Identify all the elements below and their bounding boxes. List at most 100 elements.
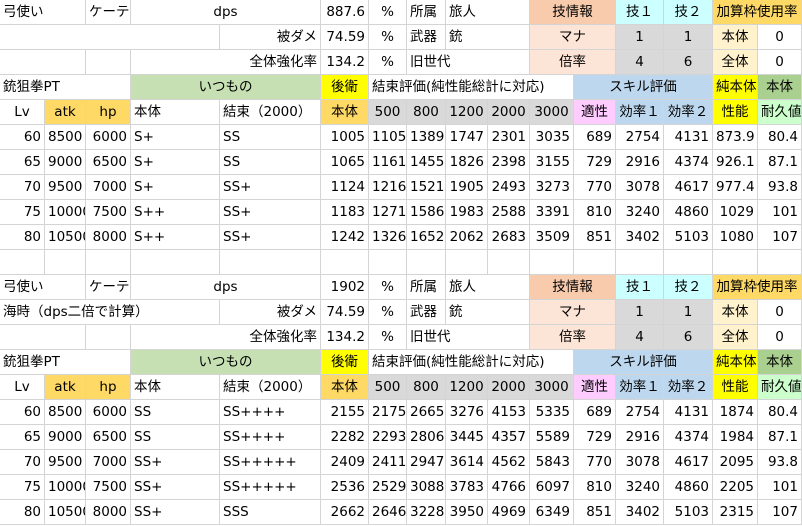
data-cell-bond-2000[interactable]: 2588 — [488, 200, 530, 225]
data-cell-rear-body[interactable]: 1065 — [321, 150, 369, 175]
data-cell-atk[interactable]: 9500 — [45, 450, 86, 475]
data-cell-eff1[interactable]: 2916 — [616, 150, 664, 175]
class-label[interactable]: 弓使い — [0, 0, 86, 25]
data-cell-bond-2000[interactable]: 2301 — [488, 125, 530, 150]
data-cell-rear-body[interactable]: 1242 — [321, 225, 369, 250]
col-header-body[interactable]: 本体 — [131, 100, 220, 125]
data-cell-body[interactable]: SS+ — [131, 500, 220, 525]
empty-cell[interactable] — [86, 50, 131, 75]
data-cell-performance[interactable]: 2095 — [713, 450, 758, 475]
data-cell-bond-3000[interactable]: 6349 — [530, 500, 574, 525]
data-cell-bond-3000[interactable]: 3273 — [530, 175, 574, 200]
skill-eval-header[interactable]: スキル評価 — [574, 350, 713, 375]
data-cell-durability[interactable]: 80.4 — [758, 125, 802, 150]
data-cell-lv[interactable]: 75 — [0, 475, 45, 500]
data-cell-aptitude[interactable]: 729 — [574, 425, 616, 450]
data-cell-eff2[interactable]: 4131 — [664, 125, 713, 150]
data-cell-bond-2000[interactable]: 4562 — [488, 450, 530, 475]
data-cell-bond-500[interactable]: 2646 — [369, 500, 407, 525]
data-cell-durability[interactable]: 101 — [758, 200, 802, 225]
data-cell-durability[interactable]: 80.4 — [758, 400, 802, 425]
empty-cell[interactable] — [446, 250, 488, 275]
data-cell-rear-body[interactable]: 1124 — [321, 175, 369, 200]
empty-cell[interactable] — [321, 250, 369, 275]
data-cell-bond-800[interactable]: 3228 — [407, 500, 446, 525]
data-cell-bond-3000[interactable]: 5335 — [530, 400, 574, 425]
data-cell-aptitude[interactable]: 729 — [574, 150, 616, 175]
affiliation-label[interactable]: 所属 — [407, 275, 446, 300]
data-cell-bond-1200[interactable]: 2062 — [446, 225, 488, 250]
data-cell-hp[interactable]: 7000 — [86, 450, 131, 475]
empty-cell[interactable] — [369, 250, 407, 275]
col-header-bond-2000[interactable]: 2000 — [488, 100, 530, 125]
data-cell-bond-2000[interactable]: SS+ — [220, 200, 321, 225]
data-cell-eff2[interactable]: 4860 — [664, 200, 713, 225]
col-header-aptitude[interactable]: 適性 — [574, 375, 616, 400]
character-name[interactable]: ケーテ — [86, 275, 131, 300]
data-cell-bond-3000[interactable]: 3035 — [530, 125, 574, 150]
skill2-header[interactable]: 技２ — [664, 275, 713, 300]
col-header-bond-1200[interactable]: 1200 — [446, 375, 488, 400]
data-cell-body[interactable]: S+ — [131, 175, 220, 200]
data-cell-performance[interactable]: 2315 — [713, 500, 758, 525]
data-cell-bond-3000[interactable]: 3155 — [530, 150, 574, 175]
data-cell-durability[interactable]: 107 — [758, 500, 802, 525]
pure-body-header[interactable]: 純本体 — [713, 75, 758, 100]
data-cell-atk[interactable]: 9000 — [45, 425, 86, 450]
col-header-lv[interactable]: Lv — [0, 100, 45, 125]
weapon-label[interactable]: 武器 — [407, 25, 446, 50]
empty-cell[interactable] — [713, 250, 758, 275]
multiplier-label[interactable]: 倍率 — [530, 325, 616, 350]
data-cell-bond-1200[interactable]: 1983 — [446, 200, 488, 225]
data-cell-bond-2000[interactable]: 2683 — [488, 225, 530, 250]
weapon-value[interactable]: 銃 — [446, 300, 530, 325]
col-header-eff1[interactable]: 効率１ — [616, 375, 664, 400]
data-cell-lv[interactable]: 70 — [0, 450, 45, 475]
data-cell-hp[interactable]: 6000 — [86, 400, 131, 425]
data-cell-rear-body[interactable]: 2409 — [321, 450, 369, 475]
body-usage-value[interactable]: 0 — [758, 25, 802, 50]
col-header-bond-3000[interactable]: 3000 — [530, 100, 574, 125]
data-cell-lv[interactable]: 80 — [0, 500, 45, 525]
party-label[interactable]: 銃狙拳PT — [0, 350, 131, 375]
data-cell-aptitude[interactable]: 770 — [574, 175, 616, 200]
data-cell-bond-2000[interactable]: SS++++ — [220, 425, 321, 450]
col-header-lv[interactable]: Lv — [0, 375, 45, 400]
dps-value[interactable]: 1902 — [321, 275, 369, 300]
data-cell-lv[interactable]: 60 — [0, 125, 45, 150]
skill-info-header[interactable]: 技情報 — [530, 275, 616, 300]
col-header-durability[interactable]: 耐久値 — [758, 375, 802, 400]
data-cell-rear-body[interactable]: 2536 — [321, 475, 369, 500]
data-cell-bond-2000[interactable]: 2493 — [488, 175, 530, 200]
mana-label[interactable]: マナ — [530, 300, 616, 325]
data-cell-bond-2000[interactable]: SS+++++ — [220, 475, 321, 500]
skill1-header[interactable]: 技１ — [616, 0, 664, 25]
empty-cell[interactable] — [574, 250, 616, 275]
data-cell-body[interactable]: SS — [131, 400, 220, 425]
data-cell-durability[interactable]: 101 — [758, 475, 802, 500]
col-header-performance[interactable]: 性能 — [713, 375, 758, 400]
data-cell-lv[interactable]: 65 — [0, 425, 45, 450]
data-cell-atk[interactable]: 9500 — [45, 175, 86, 200]
data-cell-hp[interactable]: 7500 — [86, 475, 131, 500]
data-cell-bond-3000[interactable]: 6097 — [530, 475, 574, 500]
skill1-mana[interactable]: 1 — [616, 25, 664, 50]
data-cell-bond-2000[interactable]: 2398 — [488, 150, 530, 175]
col-header-bond-500[interactable]: 500 — [369, 375, 407, 400]
empty-cell[interactable] — [220, 250, 321, 275]
overall-usage-label[interactable]: 全体 — [713, 325, 758, 350]
data-cell-bond-1200[interactable]: 3614 — [446, 450, 488, 475]
data-cell-lv[interactable]: 65 — [0, 150, 45, 175]
damage-taken-value[interactable]: 74.59 — [321, 300, 369, 325]
data-cell-hp[interactable]: 7500 — [86, 200, 131, 225]
data-cell-bond-800[interactable]: 1586 — [407, 200, 446, 225]
skill1-mana[interactable]: 1 — [616, 300, 664, 325]
data-cell-hp[interactable]: 6500 — [86, 425, 131, 450]
body-usage-value[interactable]: 0 — [758, 300, 802, 325]
data-cell-bond-1200[interactable]: 3445 — [446, 425, 488, 450]
overall-usage-value[interactable]: 0 — [758, 50, 802, 75]
data-cell-durability[interactable]: 87.1 — [758, 425, 802, 450]
data-cell-atk[interactable]: 9000 — [45, 150, 86, 175]
empty-cell[interactable] — [530, 250, 574, 275]
skill-eval-header[interactable]: スキル評価 — [574, 75, 713, 100]
